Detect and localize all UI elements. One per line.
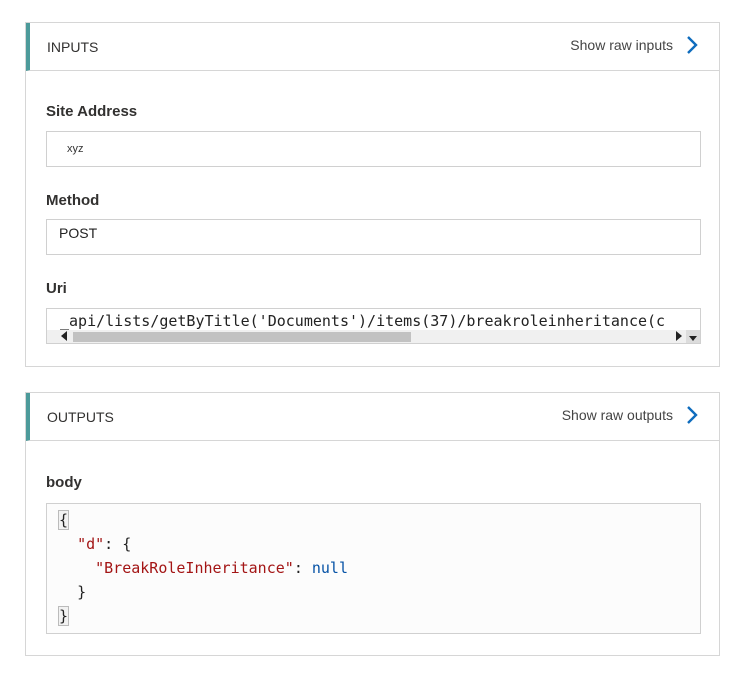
json-key-d: "d" [77, 535, 105, 553]
uri-horizontal-scrollbar[interactable] [47, 330, 686, 343]
json-d-separator: : { [104, 535, 132, 553]
json-key-breakroleinheritance: "BreakRoleInheritance" [95, 559, 294, 577]
json-close-brace: } [57, 606, 70, 626]
inputs-panel: INPUTS Show raw inputs Site Address xyz … [25, 22, 720, 367]
uri-value: _api/lists/getByTitle('Documents')/items… [60, 312, 666, 330]
method-field[interactable]: POST [46, 219, 701, 255]
outputs-panel: OUTPUTS Show raw outputs body { "d": { "… [25, 392, 720, 656]
scroll-thumb[interactable] [73, 332, 411, 342]
chevron-right-icon [687, 406, 698, 424]
uri-field[interactable]: _api/lists/getByTitle('Documents')/items… [46, 308, 701, 344]
show-raw-outputs-label: Show raw outputs [561, 407, 673, 423]
body-label: body [46, 474, 82, 491]
outputs-header: OUTPUTS Show raw outputs [26, 393, 719, 441]
json-code: { "d": { "BreakRoleInheritance": null } … [57, 508, 348, 628]
scroll-left-icon[interactable] [61, 331, 67, 341]
scroll-right-icon[interactable] [676, 331, 682, 341]
show-raw-outputs-button[interactable]: Show raw outputs [562, 405, 699, 425]
show-raw-inputs-button[interactable]: Show raw inputs [570, 35, 699, 55]
json-open-brace: { [57, 510, 70, 530]
site-address-label: Site Address [46, 103, 138, 120]
outputs-title: OUTPUTS [47, 409, 114, 425]
scroll-corner[interactable] [686, 330, 700, 343]
json-inner-separator: : [293, 559, 312, 577]
site-address-field[interactable]: xyz [46, 131, 701, 167]
json-null-value: null [311, 559, 348, 577]
json-inner-close: } [77, 583, 87, 601]
uri-label: Uri [46, 280, 67, 297]
method-value: POST [59, 225, 98, 241]
body-json-viewer[interactable]: { "d": { "BreakRoleInheritance": null } … [46, 503, 701, 634]
show-raw-inputs-label: Show raw inputs [570, 37, 673, 53]
inputs-header: INPUTS Show raw inputs [26, 23, 719, 71]
method-label: Method [46, 192, 100, 209]
site-address-value: xyz [67, 143, 84, 155]
chevron-right-icon [687, 36, 698, 54]
inputs-title: INPUTS [47, 39, 99, 55]
scroll-down-icon[interactable] [689, 336, 697, 341]
